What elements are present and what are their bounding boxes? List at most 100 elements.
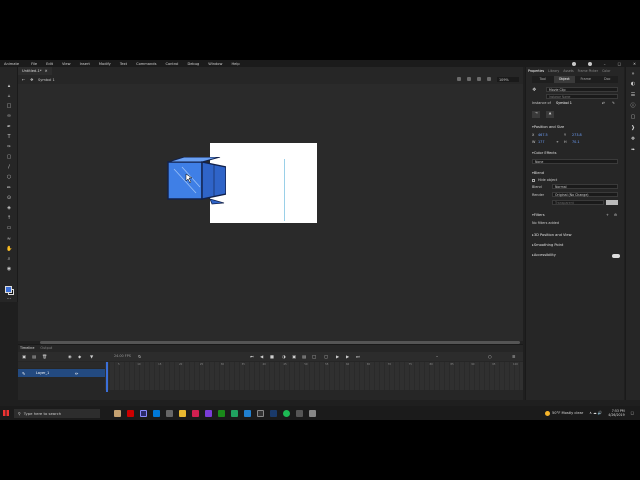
spotify-icon[interactable] bbox=[283, 409, 290, 417]
back-arrow-icon[interactable]: ← bbox=[22, 77, 25, 82]
clock[interactable]: 7:53 PM 4/26/2019 bbox=[608, 409, 624, 418]
minimize-icon[interactable]: – bbox=[604, 62, 606, 66]
menu-file[interactable]: File bbox=[31, 62, 37, 66]
timeline-zoom-in-icon[interactable]: ○ bbox=[488, 354, 492, 359]
maximize-icon[interactable]: □ bbox=[618, 62, 621, 66]
stop-icon[interactable]: ■ bbox=[270, 354, 274, 359]
timeline-options-icon[interactable]: ≡ bbox=[512, 354, 516, 359]
swap-symbol-icon[interactable]: ⇄ bbox=[602, 101, 605, 105]
transparent-select[interactable]: Transparent bbox=[552, 200, 604, 205]
menu-edit[interactable]: Edit bbox=[46, 62, 53, 66]
user-icon[interactable] bbox=[587, 61, 592, 66]
hand-tool-icon[interactable]: ✋ bbox=[6, 247, 12, 252]
tab-object[interactable]: Object bbox=[553, 76, 575, 83]
edit-toolbar-icon[interactable]: ⋯ bbox=[6, 297, 12, 302]
animate-app-icon[interactable] bbox=[140, 409, 147, 417]
steam-icon[interactable] bbox=[270, 409, 277, 417]
menu-text[interactable]: Text bbox=[120, 62, 127, 66]
accessibility-toggle[interactable] bbox=[612, 254, 620, 258]
blend-select[interactable]: Normal bbox=[552, 184, 618, 189]
cube-symbol-instance[interactable] bbox=[164, 157, 226, 207]
menu-commands[interactable]: Commands bbox=[136, 62, 156, 66]
weather-widget[interactable]: 50°F Mostly clear bbox=[544, 410, 583, 416]
pencil-tool-icon[interactable]: ✏ bbox=[6, 186, 12, 191]
delete-layer-icon[interactable]: 🗑 bbox=[42, 354, 47, 359]
symbol-type-select[interactable]: Movie Clip bbox=[546, 87, 618, 92]
h-value[interactable]: 70.1 bbox=[572, 140, 580, 144]
code-snippets-icon[interactable]: ❱ bbox=[630, 125, 636, 131]
blend-header[interactable]: Blend bbox=[532, 171, 544, 175]
info-panel-icon[interactable]: ⓘ bbox=[630, 103, 636, 109]
step-back-icon[interactable]: ◀ bbox=[260, 354, 263, 359]
insert-keyframe-icon[interactable]: □ bbox=[312, 354, 316, 359]
tab-frame-picker[interactable]: Frame Picker bbox=[578, 69, 598, 73]
layer-row[interactable]: ✎ Layer_1 ✏ bbox=[18, 369, 105, 377]
app-icon[interactable] bbox=[244, 409, 251, 417]
loop-icon[interactable]: ↻ bbox=[138, 354, 142, 359]
tab-properties[interactable]: Properties bbox=[528, 69, 544, 73]
photos-icon[interactable] bbox=[205, 409, 212, 417]
cortana-icon[interactable] bbox=[114, 409, 121, 417]
align-icon[interactable]: ⇥ bbox=[532, 111, 540, 118]
expand-panels-icon[interactable]: » bbox=[630, 71, 636, 77]
instance-of-value[interactable]: Symbol 1 bbox=[556, 101, 572, 105]
last-frame-icon[interactable]: ⏭ bbox=[356, 354, 360, 359]
menu-insert[interactable]: Insert bbox=[80, 62, 90, 66]
scene-icon[interactable] bbox=[487, 77, 491, 81]
w-value[interactable]: 177 bbox=[538, 140, 544, 144]
tab-frame[interactable]: Frame bbox=[575, 76, 597, 83]
menu-window[interactable]: Window bbox=[208, 62, 222, 66]
file-explorer-icon[interactable] bbox=[179, 409, 186, 417]
tab-tool[interactable]: Tool bbox=[532, 76, 554, 83]
filters-header[interactable]: Filters bbox=[532, 213, 545, 217]
windows-start-icon[interactable] bbox=[3, 410, 9, 416]
brush-tool-icon[interactable]: ✑ bbox=[6, 145, 12, 150]
new-folder-icon[interactable]: ▤ bbox=[32, 354, 36, 359]
pen-tool-icon[interactable]: ✒ bbox=[6, 125, 12, 130]
text-tool-icon[interactable]: T bbox=[6, 135, 12, 140]
insert-frame-icon[interactable]: ▤ bbox=[302, 354, 306, 359]
playhead[interactable] bbox=[106, 362, 108, 392]
store-icon[interactable] bbox=[166, 409, 173, 417]
rotate-stage-icon[interactable] bbox=[457, 77, 461, 81]
scene-name[interactable]: Symbol 1 bbox=[38, 78, 55, 82]
close-icon[interactable]: ✕ bbox=[633, 62, 636, 66]
x-value[interactable]: 467.5 bbox=[538, 133, 548, 137]
menu-modify[interactable]: Modify bbox=[99, 62, 111, 66]
gear-icon[interactable] bbox=[571, 61, 576, 66]
stage[interactable] bbox=[210, 143, 317, 223]
line-tool-icon[interactable]: ∕ bbox=[6, 165, 12, 170]
new-layer-icon[interactable]: ▣ bbox=[22, 354, 26, 359]
pencil-icon[interactable]: ✏ bbox=[75, 371, 78, 376]
color-panel-icon[interactable]: ◐ bbox=[630, 81, 636, 87]
timeline-zoom-out-icon[interactable]: – bbox=[436, 354, 438, 359]
first-frame-icon[interactable]: ⏮ bbox=[250, 354, 254, 359]
app-icon[interactable] bbox=[231, 409, 238, 417]
align-panel-icon[interactable]: ☰ bbox=[630, 92, 636, 98]
app-icon[interactable] bbox=[309, 409, 316, 417]
close-tab-icon[interactable]: ✕ bbox=[45, 69, 48, 73]
frame-rate[interactable]: 24.00 FPS bbox=[114, 354, 131, 358]
clip-stage-icon[interactable] bbox=[477, 77, 481, 81]
subselection-tool-icon[interactable]: ▵ bbox=[6, 94, 12, 99]
layer-name[interactable]: Layer_1 bbox=[36, 371, 49, 375]
tab-color[interactable]: Color bbox=[602, 69, 610, 73]
zoom-select[interactable]: 109% bbox=[497, 77, 519, 82]
color-effects-header[interactable]: Color Effects bbox=[532, 151, 557, 155]
eyedropper-icon[interactable]: ↑ bbox=[6, 216, 12, 221]
position-size-header[interactable]: Position and Size bbox=[532, 125, 564, 129]
tab-output[interactable]: Output bbox=[40, 346, 52, 350]
media-icon[interactable] bbox=[192, 409, 199, 417]
smoothing-point-header[interactable]: Smoothing Point bbox=[532, 243, 564, 247]
canvas-area[interactable] bbox=[18, 84, 523, 341]
add-filter-icon[interactable]: + bbox=[606, 213, 609, 217]
camera-icon[interactable]: ◉ bbox=[68, 354, 72, 359]
eraser-tool-icon[interactable]: ▭ bbox=[6, 226, 12, 231]
tray-icons[interactable]: ∧ ☁ 🔊 bbox=[589, 411, 602, 415]
xbox-icon[interactable] bbox=[218, 409, 225, 417]
y-value[interactable]: 273.8 bbox=[572, 133, 582, 137]
menu-debug[interactable]: Debug bbox=[187, 62, 199, 66]
tab-doc[interactable]: Doc bbox=[597, 76, 619, 83]
tab-timeline[interactable]: Timeline bbox=[20, 346, 34, 350]
edge-icon[interactable] bbox=[153, 409, 160, 417]
